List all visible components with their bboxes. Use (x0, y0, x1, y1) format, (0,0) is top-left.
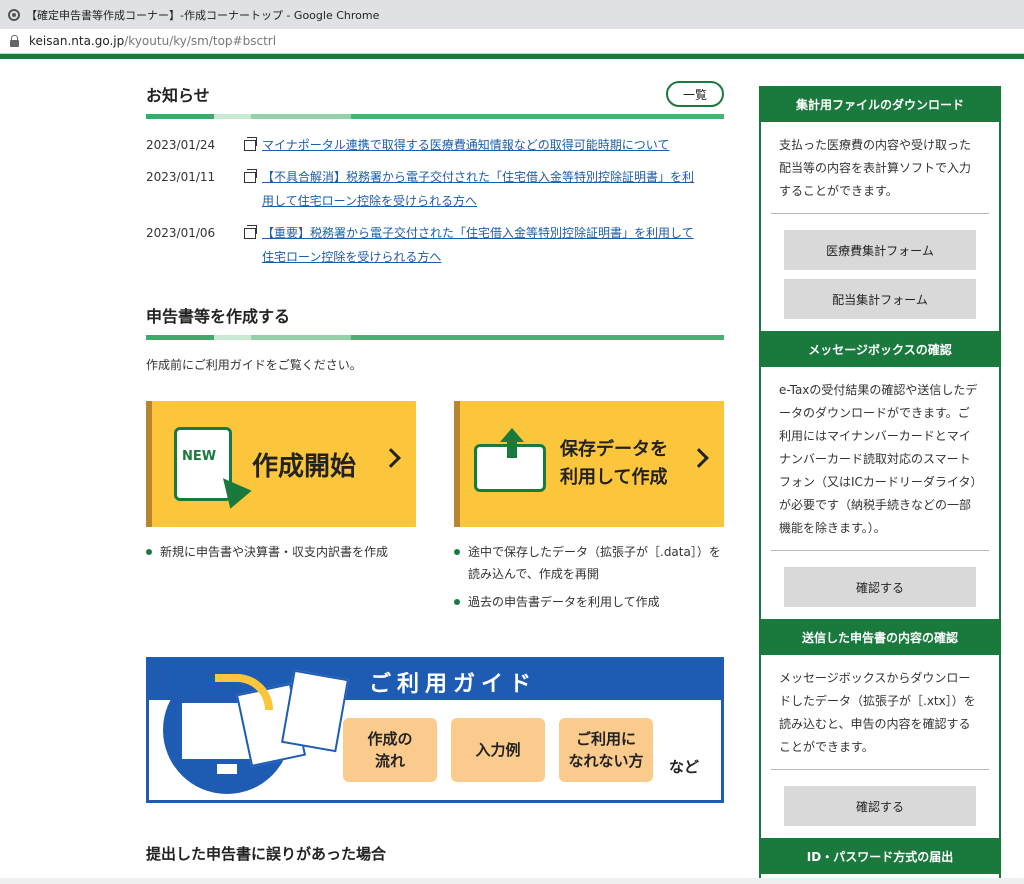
news-date: 2023/01/24 (146, 138, 216, 152)
create-cards: NEW 作成開始 保存データを 利用して作成 (146, 401, 724, 527)
bullet-text: 新規に申告書や決算書・収支内訳書を作成 (160, 545, 389, 559)
lock-icon[interactable] (10, 34, 19, 47)
create-bullets: 新規に申告書や決算書・収支内訳書を作成 途中で保存したデータ（拡張子が［.dat… (146, 541, 724, 619)
list-item: 新規に申告書や決算書・収支内訳書を作成 (146, 541, 416, 563)
use-saved-data-button[interactable]: 保存データを 利用して作成 (454, 401, 724, 527)
browser-titlebar: 【確定申告書等作成コーナー】-作成コーナートップ - Google Chrome (0, 0, 1024, 29)
news-list-button[interactable]: 一覧 (666, 81, 724, 107)
bullet-text: 途中で保存したデータ（拡張子が［.data］）を読み込んで、作成を再開 (468, 545, 721, 581)
use-saved-line1: 保存データを (560, 439, 668, 460)
folder-upload-icon (474, 428, 546, 494)
news-title: お知らせ (146, 86, 210, 105)
sidebar-heading-idpass: ID・パスワード方式の届出 (759, 838, 1001, 874)
list-item: 途中で保存したデータ（拡張子が［.data］）を読み込んで、作成を再開 (454, 541, 724, 585)
sidebar-text-download: 支払った医療費の内容や受け取った配当等の内容を表計算ソフトで入力することができま… (771, 122, 989, 214)
bullet-dot-icon (454, 599, 460, 605)
new-window-icon (244, 137, 257, 151)
sidebar-buttons-messagebox: 確認する (761, 551, 999, 619)
guide-title: ご利用ガイド (369, 672, 538, 697)
news-item: 2023/01/24 マイナポータル連携で取得する医療費通知情報などの取得可能時… (146, 133, 724, 157)
messagebox-confirm-button[interactable]: 確認する (784, 567, 976, 607)
guide-example-label: 入力例 (475, 741, 521, 759)
sidebar-heading-sent: 送信した申告書の内容の確認 (759, 619, 1001, 655)
sidebar-heading-messagebox: メッセージボックスの確認 (759, 331, 1001, 367)
use-saved-data-label: 保存データを 利用して作成 (560, 436, 668, 492)
document-icon (281, 669, 349, 753)
main-content: お知らせ 一覧 2023/01/24 マイナポータル連携で取得する医療費通知情報… (146, 60, 724, 864)
news-item: 2023/01/11 【不具合解消】税務署から電子交付された「住宅借入金等特別控… (146, 165, 724, 213)
guide-flow-button[interactable]: 作成の 流れ (343, 718, 437, 782)
start-new-label: 作成開始 (252, 451, 357, 482)
start-new-button[interactable]: NEW 作成開始 (146, 401, 416, 527)
window-title: 【確定申告書等作成コーナー】-作成コーナートップ - Google Chrome (26, 8, 380, 22)
news-rule (146, 114, 724, 119)
list-item: 過去の申告書データを利用して作成 (454, 591, 724, 613)
site-favicon-icon (8, 8, 20, 21)
guide-unavailable-label: ご利用に なれない方 (568, 730, 644, 770)
sidebar: 集計用ファイルのダウンロード 支払った医療費の内容や受け取った配当等の内容を表計… (759, 86, 1001, 884)
bullet-text: 過去の申告書データを利用して作成 (468, 595, 660, 609)
create-title: 申告書等を作成する (146, 307, 291, 326)
news-date: 2023/01/06 (146, 226, 216, 240)
create-rule (146, 335, 724, 340)
medical-form-button[interactable]: 医療費集計フォーム (784, 230, 976, 270)
new-window-icon (244, 169, 257, 183)
bullet-dot-icon (454, 549, 460, 555)
use-saved-line2: 利用して作成 (560, 467, 668, 488)
chevron-right-icon (381, 448, 401, 468)
chevron-right-icon (689, 448, 709, 468)
guide-example-button[interactable]: 入力例 (451, 718, 545, 782)
header-green-bar (0, 54, 1024, 59)
usage-guide-banner[interactable]: ご利用ガイド 作成の 流れ 入力例 ご利用に なれない方 など (146, 657, 724, 803)
new-bullets: 新規に申告書や決算書・収支内訳書を作成 (146, 541, 416, 619)
sidebar-text-messagebox: e-Taxの受付結果の確認や送信したデータのダウンロードができます。ご利用にはマ… (771, 367, 989, 551)
create-intro: 作成前にご利用ガイドをご覧ください。 (146, 358, 362, 372)
news-link[interactable]: 【不具合解消】税務署から電子交付された「住宅借入金等特別控除証明書」を利用して住… (262, 165, 702, 213)
news-header: お知らせ 一覧 (146, 74, 724, 114)
address-bar[interactable]: keisan.nta.go.jp/kyoutu/ky/sm/top#bsctrl (0, 29, 1024, 54)
news-item: 2023/01/06 【重要】税務署から電子交付された「住宅借入金等特別控除証明… (146, 221, 724, 269)
guide-flow-label: 作成の 流れ (367, 730, 413, 770)
sidebar-heading-download: 集計用ファイルのダウンロード (759, 86, 1001, 122)
url-host[interactable]: keisan.nta.go.jp (29, 34, 124, 48)
bullet-dot-icon (146, 549, 152, 555)
sent-confirm-button[interactable]: 確認する (784, 786, 976, 826)
url-path[interactable]: /kyoutu/ky/sm/top#bsctrl (124, 34, 276, 48)
new-window-icon (244, 225, 257, 239)
dividend-form-button[interactable]: 配当集計フォーム (784, 279, 976, 319)
sidebar-text-sent: メッセージボックスからダウンロードしたデータ（拡張子が［.xtx］）を読み込むと… (771, 655, 989, 770)
new-document-icon: NEW (174, 427, 252, 509)
news-link[interactable]: 【重要】税務署から電子交付された「住宅借入金等特別控除証明書」を利用して住宅ロー… (262, 221, 702, 269)
news-date: 2023/01/11 (146, 170, 216, 184)
news-link[interactable]: マイナポータル連携で取得する医療費通知情報などの取得可能時期について (262, 133, 702, 157)
sidebar-buttons-download: 医療費集計フォーム 配当集計フォーム (761, 214, 999, 331)
create-header: 申告書等を作成する (146, 295, 724, 335)
guide-etc: など (669, 758, 700, 776)
news-list: 2023/01/24 マイナポータル連携で取得する医療費通知情報などの取得可能時… (146, 133, 724, 269)
monitor-stand (217, 764, 237, 774)
guide-unavailable-button[interactable]: ご利用に なれない方 (559, 718, 653, 782)
horizontal-scrollbar[interactable] (0, 878, 1024, 884)
saved-bullets: 途中で保存したデータ（拡張子が［.data］）を読み込んで、作成を再開 過去の申… (454, 541, 724, 619)
sidebar-buttons-sent: 確認する (761, 770, 999, 838)
error-section-title: 提出した申告書に誤りがあった場合 (146, 845, 387, 863)
new-label: NEW (182, 449, 217, 464)
